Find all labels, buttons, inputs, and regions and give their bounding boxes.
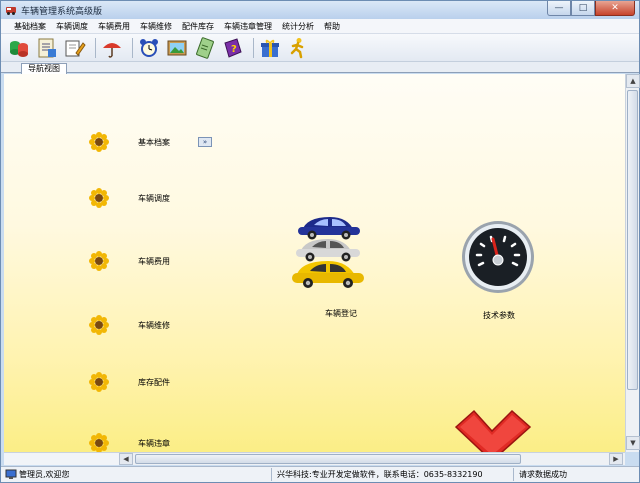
gift-icon[interactable]	[258, 36, 282, 60]
nav-label: 车辆维修	[138, 321, 170, 330]
nav-label: 车辆费用	[138, 257, 170, 266]
nav-label: 车辆违章	[138, 439, 170, 448]
scroll-down-arrow-icon[interactable]: ▼	[626, 436, 640, 450]
tech-params-label[interactable]: 技术参数	[483, 310, 515, 321]
gauge-icon[interactable]	[460, 219, 536, 295]
window-controls: — □ ✕	[547, 1, 635, 17]
menu-bar: 基础档案 车辆调度 车辆费用 车辆维修 配件库存 车辆违章管理 统计分析 帮助	[1, 19, 639, 34]
vertical-scrollbar[interactable]: ▲ ▼	[625, 74, 640, 452]
flower-icon	[89, 188, 109, 208]
tab-navigation-view[interactable]: 导航视图	[21, 63, 67, 74]
menu-parts-inventory[interactable]: 配件库存	[177, 21, 219, 32]
umbrella-icon[interactable]	[100, 36, 124, 60]
tab-strip: 导航视图	[1, 62, 639, 74]
status-bar: 管理员,欢迎您 兴华科技:专业开发定做软件，联系电话：0635-8332190 …	[1, 466, 639, 482]
alarm-clock-icon[interactable]	[137, 36, 161, 60]
status-company: 兴华科技:专业开发定做软件，联系电话：0635-8332190	[277, 470, 483, 479]
menu-statistics[interactable]: 统计分析	[277, 21, 319, 32]
help-book-icon[interactable]: ?	[221, 36, 245, 60]
svg-text:?: ?	[231, 44, 237, 55]
picture-icon[interactable]	[165, 36, 189, 60]
database-icon[interactable]	[7, 36, 31, 60]
scroll-left-arrow-icon[interactable]: ◀	[119, 453, 133, 465]
nav-label: 基本档案	[138, 138, 170, 147]
status-user: 管理员,欢迎您	[19, 470, 70, 479]
flower-icon	[89, 315, 109, 335]
horizontal-scrollbar[interactable]: ◀ ▶	[119, 452, 625, 465]
scroll-up-arrow-icon[interactable]: ▲	[626, 74, 640, 88]
flower-icon	[89, 433, 109, 452]
edit-icon[interactable]	[63, 36, 87, 60]
nav-label: 车辆调度	[138, 194, 170, 203]
car-registration-icon[interactable]	[288, 211, 370, 291]
expand-button[interactable]: »	[198, 137, 212, 147]
nav-item-dispatch[interactable]: 车辆调度	[88, 187, 170, 209]
toolbar-separator	[95, 37, 96, 58]
horizontal-scroll-thumb[interactable]	[135, 454, 521, 464]
app-window: 车辆管理系统高级版 — □ ✕ 基础档案 车辆调度 车辆费用 车辆维修 配件库存…	[0, 0, 640, 483]
red-arrow-icon[interactable]	[452, 409, 532, 452]
menu-expenses[interactable]: 车辆费用	[93, 21, 135, 32]
nav-item-parts-inventory[interactable]: 库存配件	[88, 371, 170, 393]
computer-icon	[5, 469, 17, 479]
status-separator	[513, 468, 514, 481]
nav-item-basic-records[interactable]: 基本档案	[88, 131, 170, 153]
status-separator	[271, 468, 272, 481]
runner-icon[interactable]	[286, 36, 310, 60]
navigation-panel: 基本档案 » 车辆调度 车辆费用 车辆维修 库存配件 车辆违章 车辆登记 技术参…	[4, 74, 625, 452]
nav-item-repair[interactable]: 车辆维修	[88, 314, 170, 336]
close-button[interactable]: ✕	[595, 1, 635, 16]
status-message: 请求数据成功	[519, 470, 567, 479]
menu-help[interactable]: 帮助	[319, 21, 345, 32]
menu-violations[interactable]: 车辆违章管理	[219, 21, 277, 32]
minimize-button[interactable]: —	[547, 1, 571, 16]
maximize-button[interactable]: □	[571, 1, 595, 16]
flower-icon	[89, 132, 109, 152]
menu-repair[interactable]: 车辆维修	[135, 21, 177, 32]
scroll-corner	[4, 452, 119, 465]
menu-dispatch[interactable]: 车辆调度	[51, 21, 93, 32]
toolbar-separator	[253, 37, 254, 58]
flower-icon	[89, 251, 109, 271]
nav-item-expenses[interactable]: 车辆费用	[88, 250, 170, 272]
window-title: 车辆管理系统高级版	[21, 7, 103, 17]
toolbar: ?	[1, 34, 639, 62]
vertical-scroll-thumb[interactable]	[627, 90, 638, 390]
app-icon	[6, 7, 16, 15]
title-bar[interactable]: 车辆管理系统高级版 — □ ✕	[1, 1, 639, 19]
notes-icon[interactable]	[35, 36, 59, 60]
toolbar-separator	[132, 37, 133, 58]
nav-label: 库存配件	[138, 378, 170, 387]
menu-basic-records[interactable]: 基础档案	[9, 21, 51, 32]
nav-item-violations[interactable]: 车辆违章	[88, 432, 170, 452]
scroll-right-arrow-icon[interactable]: ▶	[609, 453, 623, 465]
notepad-icon[interactable]	[193, 36, 217, 60]
car-registration-label[interactable]: 车辆登记	[325, 308, 357, 319]
flower-icon	[89, 372, 109, 392]
